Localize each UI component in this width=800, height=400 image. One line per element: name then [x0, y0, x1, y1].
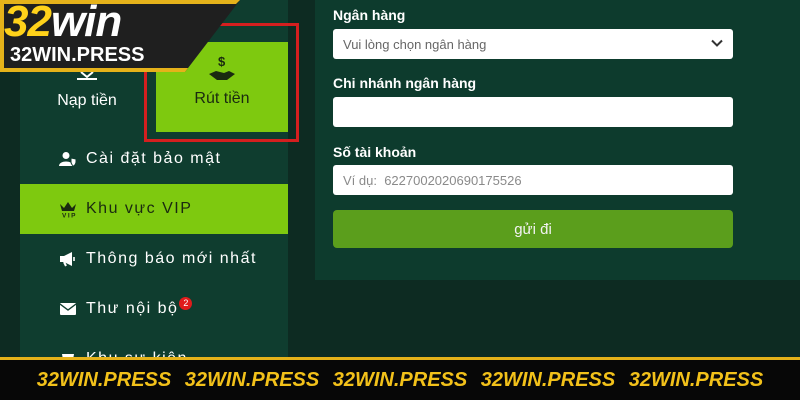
svg-text:VIP: VIP: [62, 213, 77, 219]
logo-domain: 32WIN.PRESS: [10, 44, 145, 66]
unread-badge: 2: [179, 296, 193, 310]
vip-crown-icon: VIP: [58, 200, 78, 218]
branch-label: Chi nhánh ngân hàng: [333, 75, 477, 91]
submit-button[interactable]: gửi đi: [333, 210, 733, 248]
menu-item-vip[interactable]: VIP Khu vực VIP: [20, 184, 288, 234]
tab-withdraw-label: Rút tiền: [194, 90, 250, 107]
banner-text: 32WIN.PRESS: [628, 368, 764, 391]
menu-item-inbox[interactable]: Thư nội bộ 2: [20, 284, 288, 334]
banner-text: 32WIN.PRESS: [332, 368, 468, 391]
bank-label: Ngân hàng: [333, 7, 406, 23]
tab-deposit-label: Nạp tiền: [57, 92, 117, 109]
envelope-icon: [58, 300, 78, 318]
menu-item-label: Cài đặt bảo mật: [86, 150, 222, 167]
menu-item-security[interactable]: Cài đặt bảo mật: [20, 134, 288, 184]
menu-item-label: Khu vực VIP: [86, 200, 193, 217]
banner-text: 32WIN.PRESS: [36, 368, 172, 391]
tab-deposit[interactable]: Nạp tiền: [42, 62, 132, 132]
branch-field[interactable]: [333, 97, 733, 127]
logo-wordmark: 32win: [4, 0, 122, 46]
chevron-down-icon: [711, 37, 723, 49]
account-label: Số tài khoản: [333, 144, 417, 160]
bank-select[interactable]: Vui lòng chọn ngân hàng: [333, 29, 733, 59]
withdraw-form: Ngân hàng Vui lòng chọn ngân hàng Chi nh…: [315, 0, 800, 280]
domain-banner: 32WIN.PRESS 32WIN.PRESS 32WIN.PRESS 32WI…: [0, 357, 800, 400]
brand-logo: 32win 32WIN.PRESS: [0, 0, 240, 72]
user-shield-icon: [58, 150, 78, 168]
account-number-input[interactable]: [343, 172, 733, 188]
account-field[interactable]: [333, 165, 733, 195]
menu-item-label: Thư nội bộ: [86, 300, 179, 317]
menu-item-label: Thông báo mới nhất: [86, 250, 257, 267]
bank-select-value: Vui lòng chọn ngân hàng: [343, 36, 487, 52]
banner-text: 32WIN.PRESS: [480, 368, 616, 391]
branch-input[interactable]: [343, 104, 733, 120]
menu-item-announcements[interactable]: Thông báo mới nhất: [20, 234, 288, 284]
megaphone-icon: [58, 250, 78, 268]
banner-text: 32WIN.PRESS: [184, 368, 320, 391]
account-menu: Cài đặt bảo mật VIP Khu vực VIP Thông bá…: [20, 134, 288, 384]
